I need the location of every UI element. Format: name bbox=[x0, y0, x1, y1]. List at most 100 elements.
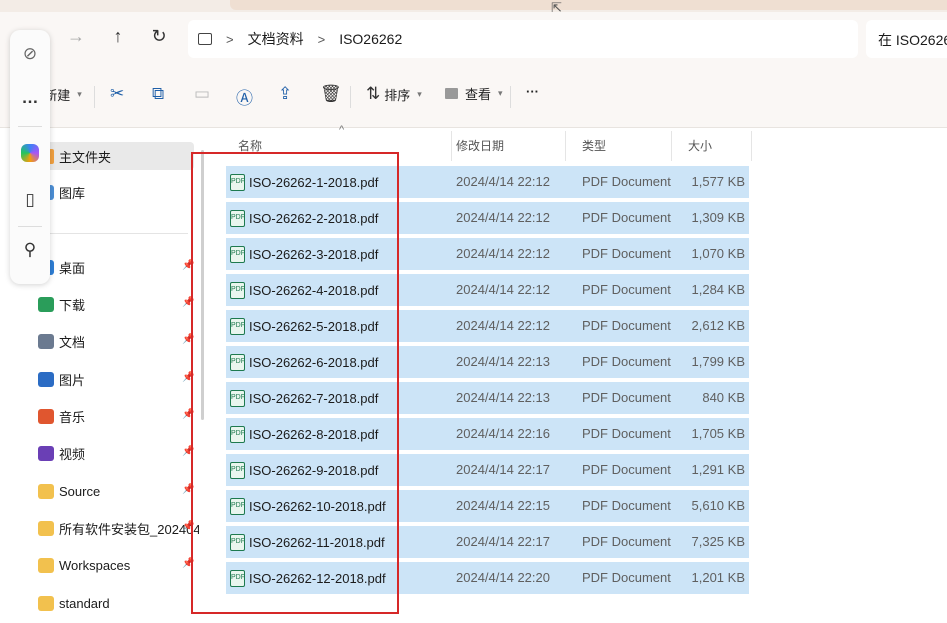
breadcrumb-item[interactable]: ISO26262 bbox=[339, 31, 402, 47]
download-icon bbox=[38, 296, 54, 312]
file-date: 2024/4/14 22:12 bbox=[456, 246, 550, 261]
file-name-cell[interactable]: PDF ISO-26262-10-2018.pdf bbox=[226, 490, 386, 522]
sidebar-item-4[interactable]: 音乐 bbox=[38, 405, 85, 427]
column-header-name[interactable]: 名称 bbox=[222, 131, 452, 161]
floating-tool-panel: ⊘ … ▯ ⚲ bbox=[10, 30, 50, 284]
file-date: 2024/4/14 22:15 bbox=[456, 498, 550, 513]
file-name-cell[interactable]: PDF ISO-26262-6-2018.pdf bbox=[226, 346, 378, 378]
sidebar-item-5[interactable]: 视频 bbox=[38, 442, 85, 464]
file-name-cell[interactable]: PDF ISO-26262-8-2018.pdf bbox=[226, 418, 378, 450]
table-row[interactable]: PDF ISO-26262-8-2018.pdf 2024/4/14 22:16 PD… bbox=[226, 418, 749, 450]
file-name: ISO-26262-12-2018.pdf bbox=[249, 570, 386, 586]
file-date: 2024/4/14 22:17 bbox=[456, 534, 550, 549]
file-size: 2,612 KB bbox=[691, 318, 746, 333]
rename-button[interactable]: Ⓐ bbox=[236, 84, 253, 109]
file-name-cell[interactable]: PDF ISO-26262-2-2018.pdf bbox=[226, 202, 378, 234]
panel-divider bbox=[18, 126, 42, 127]
up-icon[interactable]: ↑ bbox=[106, 26, 130, 47]
sidebar-item-label: 桌面 bbox=[59, 260, 86, 276]
sidebar-item-9[interactable]: standard bbox=[38, 592, 110, 614]
phone-icon[interactable]: ▯ bbox=[10, 190, 50, 210]
file-type: PDF Document bbox=[582, 570, 671, 585]
file-date: 2024/4/14 22:20 bbox=[456, 570, 550, 585]
file-date: 2024/4/14 22:12 bbox=[456, 210, 550, 225]
table-row[interactable]: PDF ISO-26262-4-2018.pdf 2024/4/14 22:12 PD… bbox=[226, 274, 749, 306]
pin-icon: 📌 bbox=[182, 446, 195, 457]
file-date: 2024/4/14 22:12 bbox=[456, 318, 550, 333]
paste-button[interactable]: ▭ bbox=[194, 84, 210, 104]
file-size: 1,201 KB bbox=[691, 570, 746, 585]
file-size: 1,070 KB bbox=[691, 246, 746, 261]
file-size: 1,705 KB bbox=[691, 426, 746, 441]
column-header-date[interactable]: 修改日期 bbox=[440, 131, 566, 161]
file-name-cell[interactable]: PDF ISO-26262-12-2018.pdf bbox=[226, 562, 386, 594]
file-name: ISO-26262-4-2018.pdf bbox=[249, 282, 379, 298]
file-name-cell[interactable]: PDF ISO-26262-1-2018.pdf bbox=[226, 166, 378, 198]
table-row[interactable]: PDF ISO-26262-7-2018.pdf 2024/4/14 22:13 PD… bbox=[226, 382, 749, 414]
toolbar-divider bbox=[350, 86, 351, 108]
file-name-cell[interactable]: PDF ISO-26262-11-2018.pdf bbox=[226, 526, 385, 558]
pdf-file-icon: PDF bbox=[230, 353, 245, 371]
table-row[interactable]: PDF ISO-26262-2-2018.pdf 2024/4/14 22:12 PD… bbox=[226, 202, 749, 234]
pdf-file-icon: PDF bbox=[230, 497, 245, 515]
file-type: PDF Document bbox=[582, 318, 671, 333]
file-name-cell[interactable]: PDF ISO-26262-7-2018.pdf bbox=[226, 382, 378, 414]
column-header-size[interactable]: 大小 bbox=[672, 131, 752, 161]
pdf-file-icon: PDF bbox=[230, 569, 245, 587]
search-input[interactable]: 在 ISO26262 中搜索 bbox=[866, 20, 947, 58]
cut-button[interactable]: ✂ bbox=[110, 84, 124, 104]
view-icon bbox=[445, 88, 458, 99]
chevron-down-icon: ▾ bbox=[77, 88, 82, 99]
share-icon: ⇪ bbox=[278, 84, 293, 103]
copilot-icon[interactable] bbox=[21, 144, 39, 162]
sidebar-item-label: 下载 bbox=[59, 297, 86, 313]
table-row[interactable]: PDF ISO-26262-12-2018.pdf 2024/4/14 22:20 P… bbox=[226, 562, 749, 594]
file-name-cell[interactable]: PDF ISO-26262-3-2018.pdf bbox=[226, 238, 378, 270]
more-dots-icon[interactable]: … bbox=[10, 88, 50, 108]
toolbar-divider bbox=[94, 86, 95, 108]
breadcrumb[interactable]: > 文档资料 > ISO26262 bbox=[188, 20, 858, 58]
eye-off-icon[interactable]: ⊘ bbox=[10, 44, 50, 64]
file-name-cell[interactable]: PDF ISO-26262-5-2018.pdf bbox=[226, 310, 378, 342]
sidebar-item-7[interactable]: 所有软件安装包_20240413 bbox=[38, 517, 199, 539]
file-type: PDF Document bbox=[582, 210, 671, 225]
sidebar-item-label: 图片 bbox=[59, 372, 86, 388]
more-options-button[interactable]: ··· bbox=[526, 84, 539, 99]
sort-button[interactable]: ⇅ 排序 ▾ bbox=[366, 84, 422, 104]
file-size: 840 KB bbox=[702, 390, 745, 405]
table-row[interactable]: PDF ISO-26262-3-2018.pdf 2024/4/14 22:12 PD… bbox=[226, 238, 749, 270]
chevron-right-icon: > bbox=[317, 31, 326, 47]
column-header-type[interactable]: 类型 bbox=[566, 131, 672, 161]
delete-button[interactable]: 🗑 bbox=[320, 84, 342, 104]
pin-icon: 📌 bbox=[182, 409, 195, 420]
sidebar-item-3[interactable]: 图片 bbox=[38, 368, 85, 390]
scissors-icon: ✂ bbox=[110, 84, 125, 103]
table-row[interactable]: PDF ISO-26262-10-2018.pdf 2024/4/14 22:15 P… bbox=[226, 490, 749, 522]
file-type: PDF Document bbox=[582, 462, 671, 477]
share-button[interactable]: ⇪ bbox=[278, 84, 292, 104]
table-row[interactable]: PDF ISO-26262-1-2018.pdf 2024/4/14 22:12 PD… bbox=[226, 166, 749, 198]
forward-icon[interactable]: → bbox=[64, 26, 88, 47]
sidebar-scrollbar[interactable] bbox=[201, 150, 204, 420]
file-size: 1,309 KB bbox=[691, 210, 746, 225]
file-name-cell[interactable]: PDF ISO-26262-4-2018.pdf bbox=[226, 274, 378, 306]
file-type: PDF Document bbox=[582, 498, 671, 513]
sidebar-item-2[interactable]: 文档 bbox=[38, 330, 85, 352]
view-button[interactable]: 查看 ▾ bbox=[445, 84, 503, 103]
table-row[interactable]: PDF ISO-26262-5-2018.pdf 2024/4/14 22:12 PD… bbox=[226, 310, 749, 342]
sidebar-item-8[interactable]: Workspaces bbox=[38, 554, 130, 576]
folder-icon bbox=[38, 557, 54, 573]
table-row[interactable]: PDF ISO-26262-11-2018.pdf 2024/4/14 22:17 P… bbox=[226, 526, 749, 558]
breadcrumb-item[interactable]: 文档资料 bbox=[248, 29, 304, 49]
sidebar-item-1[interactable]: 下载 bbox=[38, 293, 85, 315]
pdf-file-icon: PDF bbox=[230, 461, 245, 479]
sidebar-item-6[interactable]: Source bbox=[38, 480, 100, 502]
refresh-icon[interactable]: ↻ bbox=[147, 26, 171, 47]
file-name-cell[interactable]: PDF ISO-26262-9-2018.pdf bbox=[226, 454, 378, 486]
file-list: PDF ISO-26262-1-2018.pdf 2024/4/14 22:12 PD… bbox=[226, 166, 749, 598]
table-row[interactable]: PDF ISO-26262-9-2018.pdf 2024/4/14 22:17 PD… bbox=[226, 454, 749, 486]
table-row[interactable]: PDF ISO-26262-6-2018.pdf 2024/4/14 22:13 PD… bbox=[226, 346, 749, 378]
search-icon[interactable]: ⚲ bbox=[10, 240, 50, 260]
file-size: 1,799 KB bbox=[691, 354, 746, 369]
copy-button[interactable]: ⧉ bbox=[152, 84, 164, 104]
